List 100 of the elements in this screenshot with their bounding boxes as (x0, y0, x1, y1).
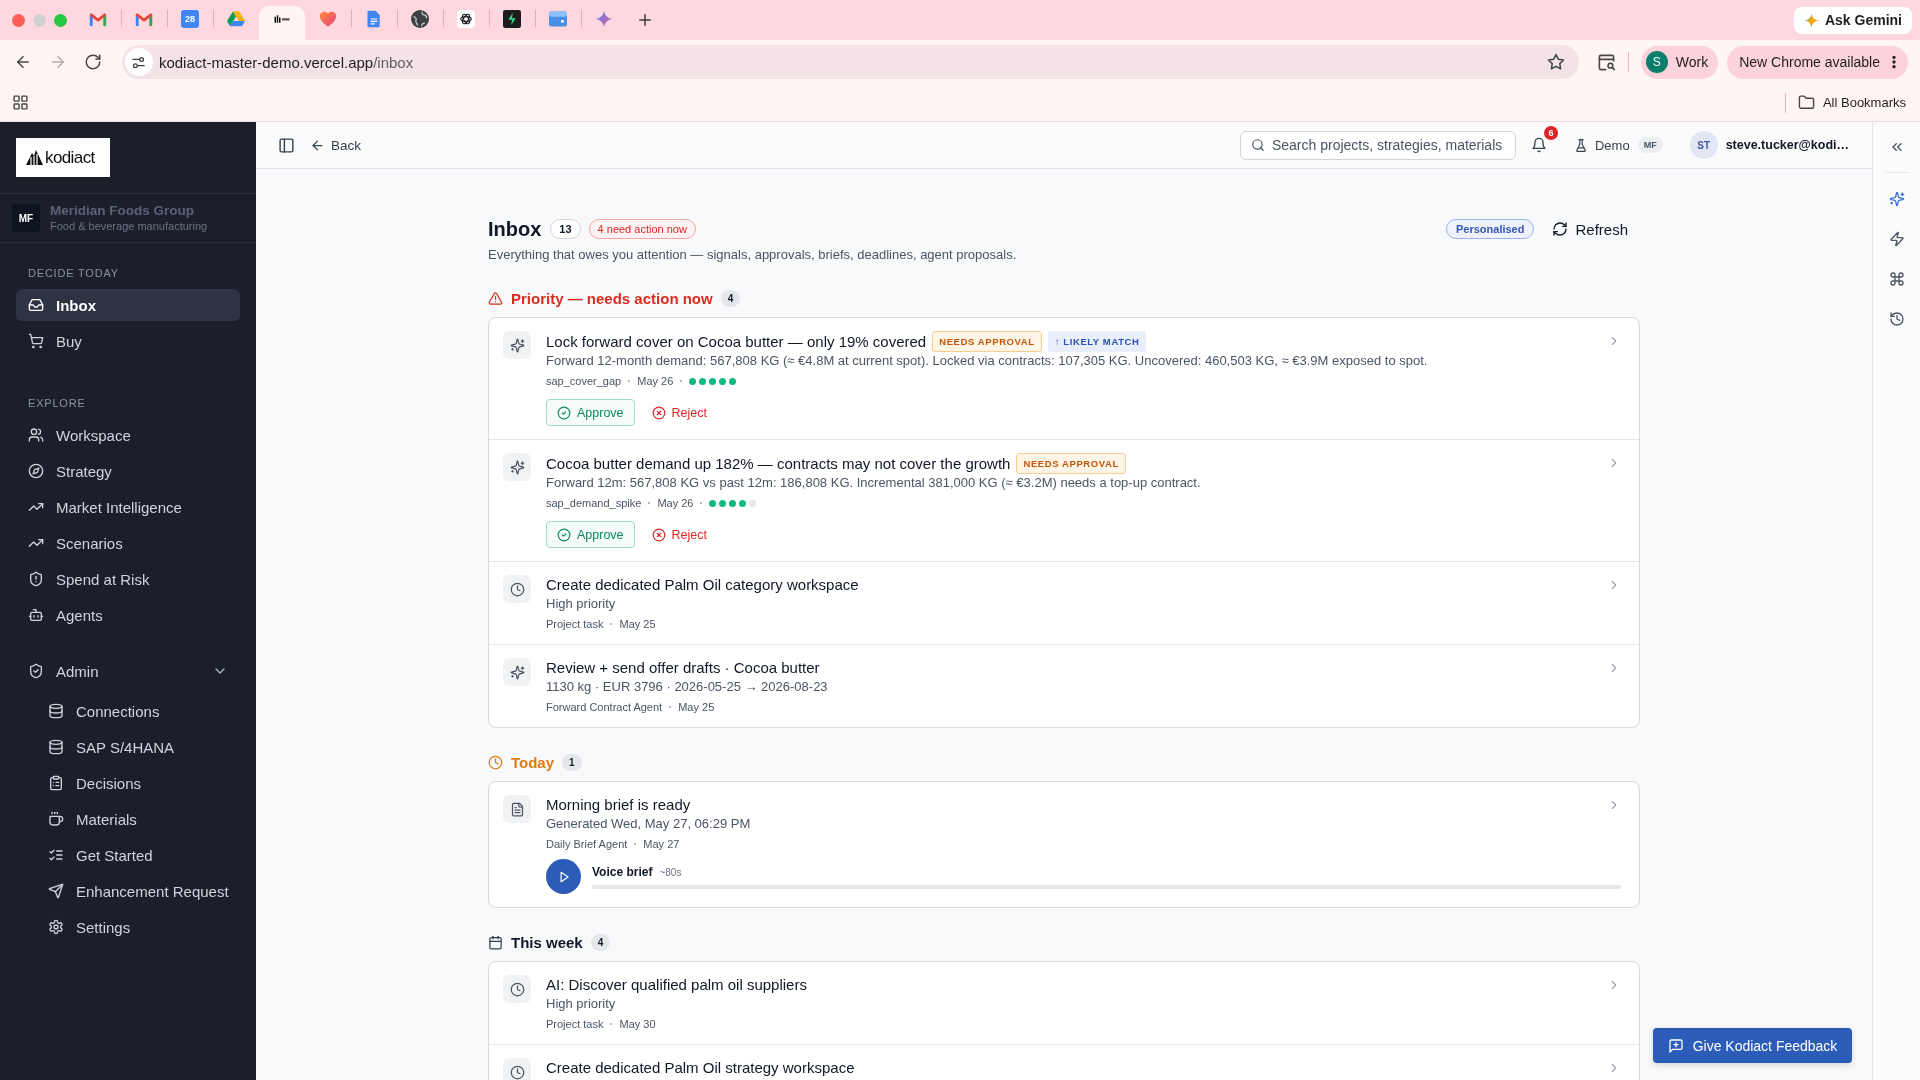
approval-badge: NEEDS APPROVAL (932, 331, 1042, 352)
org-avatar: MF (12, 204, 40, 232)
count-badge: 1 (562, 753, 582, 771)
org-badge: MF (1637, 137, 1663, 153)
profile-button[interactable]: S Work (1640, 45, 1719, 79)
date-label: May 30 (619, 1017, 656, 1032)
tab-search-icon[interactable] (1596, 52, 1616, 72)
back-arrow-icon[interactable] (14, 53, 32, 71)
clock-icon (488, 754, 503, 770)
item-title: Create dedicated Palm Oil category workspace (546, 575, 859, 595)
notification-badge: 6 (1543, 126, 1558, 140)
new-tab-icon[interactable] (636, 11, 654, 29)
triangle-icon (227, 10, 245, 28)
update-button[interactable]: New Chrome available (1727, 45, 1908, 79)
sparkle-icon (595, 10, 613, 28)
personalised-badge: Personalised (1446, 219, 1535, 239)
sidebar-item[interactable]: Market Intelligence (16, 491, 240, 523)
inbox-item[interactable]: Review + send offer drafts · Cocoa butter 1130 kg · EUR 3796 · 2026-05-25 → 2026-08-23 Forward Contract Agent May 25 (489, 644, 1639, 727)
history-icon[interactable] (1888, 311, 1905, 327)
reject-button[interactable]: Reject (640, 399, 718, 426)
paper-plane-icon (48, 883, 64, 899)
date-label: May 26 (637, 374, 674, 389)
sparkle-icon (503, 658, 531, 686)
section-label: DECIDE TODAY (27, 266, 120, 281)
sidebar-item[interactable]: Spend at Risk (16, 563, 240, 595)
source-label: Project task (546, 1017, 604, 1032)
sparkle-icon (503, 331, 531, 359)
profile-avatar: S (1645, 51, 1668, 73)
rating-dot (719, 499, 727, 507)
refresh-button[interactable]: Refresh (1552, 220, 1628, 238)
item-description: 1130 kg · EUR 3796 · 2026-05-25 → 2026-08-23 (546, 678, 829, 696)
sidebar-item[interactable]: Scenarios (16, 527, 240, 559)
voice-brief-label: Voice brief (592, 864, 653, 879)
bookmark-star-icon[interactable] (1546, 53, 1565, 71)
mail-icon (89, 10, 107, 28)
logo-mark-icon (26, 150, 43, 165)
bookmarks-folder[interactable]: All Bookmarks (1797, 94, 1906, 111)
item-description: Generated Wed, May 27, 06:29 PM (546, 815, 752, 833)
robot-icon (28, 607, 44, 623)
sidebar-item[interactable]: SAP S/4HANA (16, 731, 240, 763)
sidebar-item[interactable]: Settings (16, 911, 240, 943)
progress-track[interactable] (592, 884, 1621, 889)
inbox-item[interactable]: Morning brief is ready Generated Wed, May 27, 06:29 PM Daily Brief Agent May 27 Voice brief ~80s (489, 782, 1639, 907)
user-email: steve.tucker@kodi… (1725, 138, 1849, 152)
bolt-icon[interactable] (1888, 231, 1905, 247)
reload-icon[interactable] (83, 53, 102, 71)
site-settings-icon[interactable] (124, 48, 153, 76)
approve-button[interactable]: Approve (546, 399, 635, 426)
org-name: Meridian Foods Group (50, 203, 195, 219)
ask-gemini-button[interactable]: Ask Gemini (1793, 6, 1912, 34)
duration-label: ~80s (659, 866, 682, 878)
sidebar-item[interactable]: Enhancement Request (16, 875, 240, 907)
item-title: Lock forward cover on Cocoa butter — only 19% covered (546, 331, 927, 352)
user-avatar[interactable]: ST (1689, 131, 1718, 159)
panel-icon[interactable] (278, 136, 295, 154)
search-field[interactable]: Search projects, strategies, materials (1239, 130, 1516, 160)
sparkle-icon[interactable] (1888, 191, 1905, 207)
approve-button[interactable]: Approve (546, 521, 635, 548)
alert-badge: 4 need action now (588, 219, 696, 239)
sidebar-item[interactable]: Get Started (16, 839, 240, 871)
check-circle-icon (557, 527, 571, 542)
reject-button[interactable]: Reject (640, 521, 718, 548)
sidebar-item[interactable]: Buy (16, 325, 240, 357)
bell-icon[interactable] (1530, 137, 1547, 153)
bolt-icon (503, 10, 521, 28)
apps-grid-icon[interactable] (12, 94, 29, 111)
sidebar-item[interactable]: Connections (16, 695, 240, 727)
shield-alert-icon (28, 571, 44, 587)
inbox-item[interactable]: AI: Discover qualified palm oil suppliers High priority Project task May 30 (489, 962, 1639, 1044)
sidebar-item[interactable]: Decisions (16, 767, 240, 799)
address-bar[interactable]: kodiact-master-demo.vercel.app/inbox (121, 45, 1579, 79)
play-button[interactable] (546, 859, 581, 894)
sidebar-item[interactable]: Agents (16, 599, 240, 631)
calendar-icon (488, 934, 503, 950)
rating-dot (709, 377, 717, 385)
section-title: This week (511, 933, 583, 951)
org-subtitle: Food & beverage manufacturing (50, 219, 208, 233)
sparkle-icon (503, 453, 531, 481)
command-icon[interactable] (1888, 271, 1905, 287)
document-icon (365, 10, 383, 28)
logo[interactable]: kodiact (16, 138, 110, 177)
window-close-button[interactable] (12, 13, 25, 27)
sidebar-item[interactable]: Admin (16, 655, 240, 687)
rating-dot (729, 377, 737, 385)
browser-tab[interactable]: 28 (167, 6, 213, 40)
knot-icon (457, 10, 475, 28)
item-title: Review + send offer drafts · Cocoa butter (546, 658, 820, 678)
refresh-icon (1552, 221, 1569, 237)
mail-icon (135, 10, 153, 28)
sidebar-item[interactable]: Materials (16, 803, 240, 835)
back-button[interactable]: Back (310, 137, 361, 153)
feedback-button[interactable]: Give Kodiact Feedback (1653, 1028, 1852, 1063)
inbox-item[interactable]: Create dedicated Palm Oil category workspace High priority Project task May 25 (489, 561, 1639, 644)
sidebar-item[interactable]: Workspace (16, 419, 240, 451)
sparkle-icon (1803, 12, 1819, 28)
settings-icon (48, 919, 64, 935)
inbox-item[interactable]: Create dedicated Palm Oil strategy workspace (489, 1044, 1639, 1080)
sidebar-item[interactable]: Strategy (16, 455, 240, 487)
clock-icon (503, 1058, 531, 1080)
sidebar-item[interactable]: Inbox (16, 289, 240, 321)
